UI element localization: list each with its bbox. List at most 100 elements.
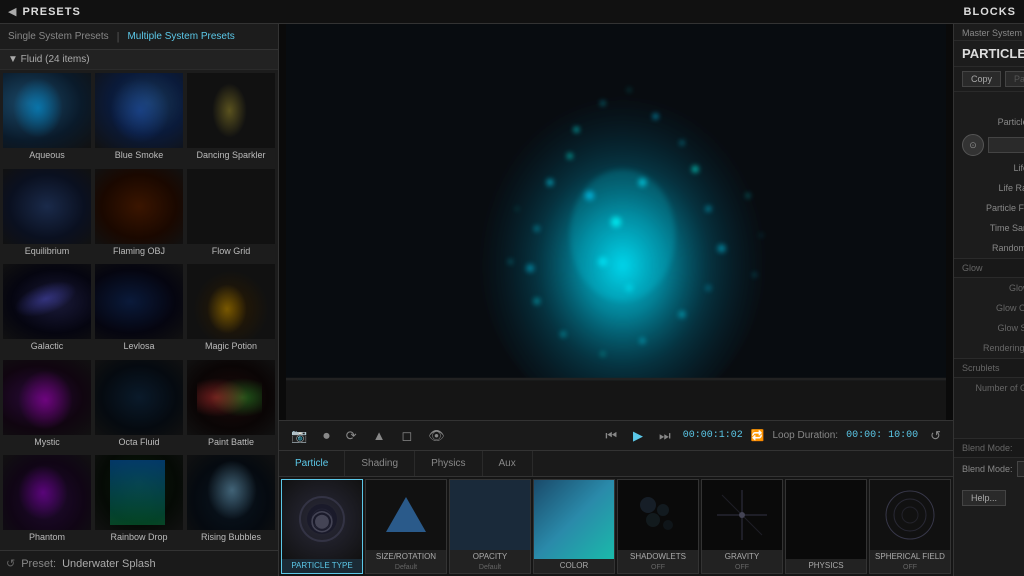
left-bottom-bar: ↺ Preset: Underwater Splash — [0, 550, 278, 576]
preset-label-rising-bubbles: Rising Bubbles — [187, 530, 275, 544]
preset-thumb-paint-battle — [187, 360, 275, 435]
glow-opacity-row: Glow Opacity: 25 — [954, 298, 1024, 318]
preset-item-flaming-obj[interactable]: Flaming OBJ — [94, 168, 184, 262]
forward-btn[interactable]: ⏭ — [655, 426, 675, 446]
card-opacity[interactable]: OPACITYDefault — [449, 479, 531, 574]
preset-tabs: Single System Presets | Multiple System … — [0, 24, 278, 50]
tab-aux[interactable]: Aux — [483, 451, 533, 476]
preset-label-flaming-obj: Flaming OBJ — [95, 244, 183, 258]
left-panel: Single System Presets | Multiple System … — [0, 24, 279, 576]
preset-label-mystic: Mystic — [3, 435, 91, 449]
copy-paste-row: Copy Paste — [954, 67, 1024, 92]
blend-mode-section: Blend Mode: — [954, 438, 1024, 458]
preset-item-galactic[interactable]: Galactic — [2, 263, 92, 357]
loop-btn[interactable]: ⟳ — [342, 426, 361, 446]
preset-item-rising-bubbles[interactable]: Rising Bubbles — [186, 454, 276, 548]
preset-item-dancing-sparkler[interactable]: Dancing Sparkler — [186, 72, 276, 166]
scrublets-val3-row: 0 — [954, 418, 1024, 438]
glow-size-row: Glow Size: 300 — [954, 278, 1024, 298]
preset-item-magic-potion[interactable]: Magic Potion — [186, 263, 276, 357]
card-thumb-particle-type — [282, 480, 362, 559]
preset-label-aqueous: Aqueous — [3, 148, 91, 162]
card-thumb-opacity — [450, 480, 530, 550]
view-btn[interactable]: ◻ — [397, 426, 416, 446]
glow-section-header: Glow — [954, 258, 1024, 278]
back-arrow[interactable]: ◀ — [8, 5, 16, 18]
preset-item-octa-fluid[interactable]: Octa Fluid — [94, 359, 184, 453]
card-sublabel-spherical-field: OFF — [870, 564, 950, 573]
card-spherical-field[interactable]: SPHERICAL FIELDOFF — [869, 479, 951, 574]
camera-btn[interactable]: 📷 — [287, 426, 311, 446]
preset-label-flow-grid: Flow Grid — [187, 244, 275, 258]
rendering-mode-row: Rendering Mode: Normal — [954, 338, 1024, 358]
preset-thumb-galactic — [3, 264, 91, 339]
card-thumb-size-rotation — [366, 480, 446, 550]
life-label: Life [sec]: — [962, 163, 1024, 173]
particle-feather-label: Particle Feather: — [962, 203, 1024, 213]
card-sublabel-shadowlets: OFF — [618, 564, 698, 573]
presets-title: PRESETS — [22, 6, 80, 18]
preset-bottom-label: Preset: — [21, 558, 56, 570]
preset-thumb-octa-fluid — [95, 360, 183, 435]
card-label-spherical-field: SPHERICAL FIELD — [870, 550, 950, 564]
card-sublabel-size-rotation: Default — [366, 564, 446, 573]
card-thumb-physics — [786, 480, 866, 559]
sprite-preview: ⊙ — [962, 134, 984, 156]
preset-item-mystic[interactable]: Mystic — [2, 359, 92, 453]
reset-transport-btn[interactable]: ↺ — [926, 426, 945, 446]
choose-sprite-button[interactable]: Choose Sprite... — [988, 137, 1024, 153]
time-sampling-row: Time Sampling: Random - Loop — [954, 218, 1024, 238]
tab-single-system[interactable]: Single System Presets — [8, 31, 109, 42]
preset-item-blue-smoke[interactable]: Blue Smoke — [94, 72, 184, 166]
center-panel: 📷 ⏺ ⟳ ▲ ◻ 👁 ⏮ ▶ ⏭ 00:00:1:02 🔁 Loop Dura… — [279, 24, 953, 576]
copy-button[interactable]: Copy — [962, 71, 1001, 87]
preset-item-aqueous[interactable]: Aqueous — [2, 72, 92, 166]
preset-item-paint-battle[interactable]: Paint Battle — [186, 359, 276, 453]
preset-thumb-dancing-sparkler — [187, 73, 275, 148]
preset-item-equilibrium[interactable]: Equilibrium — [2, 168, 92, 262]
card-label-gravity: GRAVITY — [702, 550, 782, 564]
eye-btn[interactable]: 👁 — [424, 426, 449, 446]
preset-item-flow-grid[interactable]: Flow Grid — [186, 168, 276, 262]
particle-type-label: Particle Type: — [962, 117, 1024, 127]
particle-feather-row: Particle Feather: 50.0 — [954, 198, 1024, 218]
preset-item-phantom[interactable]: Phantom — [2, 454, 92, 548]
right-panel-title: PARTICLE TYPE ↺ — [954, 41, 1024, 67]
card-color[interactable]: COLOR — [533, 479, 615, 574]
flag-btn[interactable]: ▲ — [369, 426, 390, 445]
tabs-row: ParticleShadingPhysicsAux — [279, 450, 953, 476]
transport-bar: 📷 ⏺ ⟳ ▲ ◻ 👁 ⏮ ▶ ⏭ 00:00:1:02 🔁 Loop Dura… — [279, 420, 953, 450]
card-sublabel-gravity: OFF — [702, 564, 782, 573]
card-label-shadowlets: SHADOWLETS — [618, 550, 698, 564]
tab-physics[interactable]: Physics — [415, 451, 482, 476]
preset-item-rainbow-drop[interactable]: Rainbow Drop — [94, 454, 184, 548]
folder-label[interactable]: ▼ Fluid (24 items) — [0, 50, 278, 70]
record-btn[interactable]: ⏺ — [319, 426, 334, 446]
preset-label-equilibrium: Equilibrium — [3, 244, 91, 258]
tab-particle[interactable]: Particle — [279, 451, 345, 476]
loop-icon[interactable]: 🔁 — [751, 429, 765, 442]
card-shadowlets[interactable]: SHADOWLETSOFF — [617, 479, 699, 574]
card-thumb-shadowlets — [618, 480, 698, 550]
blocks-label: BLOCKS — [964, 6, 1016, 18]
rewind-btn[interactable]: ⏮ — [601, 426, 621, 446]
card-size-rotation[interactable]: SIZE/ROTATIONDefault — [365, 479, 447, 574]
play-btn[interactable]: ▶ — [629, 426, 647, 446]
loop-label: Loop Duration: — [772, 430, 838, 441]
preset-label-dancing-sparkler: Dancing Sparkler — [187, 148, 275, 162]
blend-mode-select[interactable]: Screen — [1017, 461, 1024, 477]
paste-button[interactable]: Paste — [1005, 71, 1024, 87]
tab-multiple-system[interactable]: Multiple System Presets — [127, 31, 234, 42]
glow-size-label: Glow Size: — [962, 283, 1024, 293]
card-label-color: COLOR — [534, 559, 614, 573]
reset-icon[interactable]: ↺ — [6, 557, 15, 570]
help-button[interactable]: Help... — [962, 490, 1006, 506]
card-physics[interactable]: PHYSICS — [785, 479, 867, 574]
card-particle-type[interactable]: PARTICLE TYPE — [281, 479, 363, 574]
tab-shading[interactable]: Shading — [345, 451, 415, 476]
top-bar: ◀ PRESETS BLOCKS — [0, 0, 1024, 24]
life-random-label: Life Random: — [962, 183, 1024, 193]
preset-item-levlosa[interactable]: Levlosa — [94, 263, 184, 357]
card-gravity[interactable]: GRAVITYOFF — [701, 479, 783, 574]
card-label-physics: PHYSICS — [786, 559, 866, 573]
